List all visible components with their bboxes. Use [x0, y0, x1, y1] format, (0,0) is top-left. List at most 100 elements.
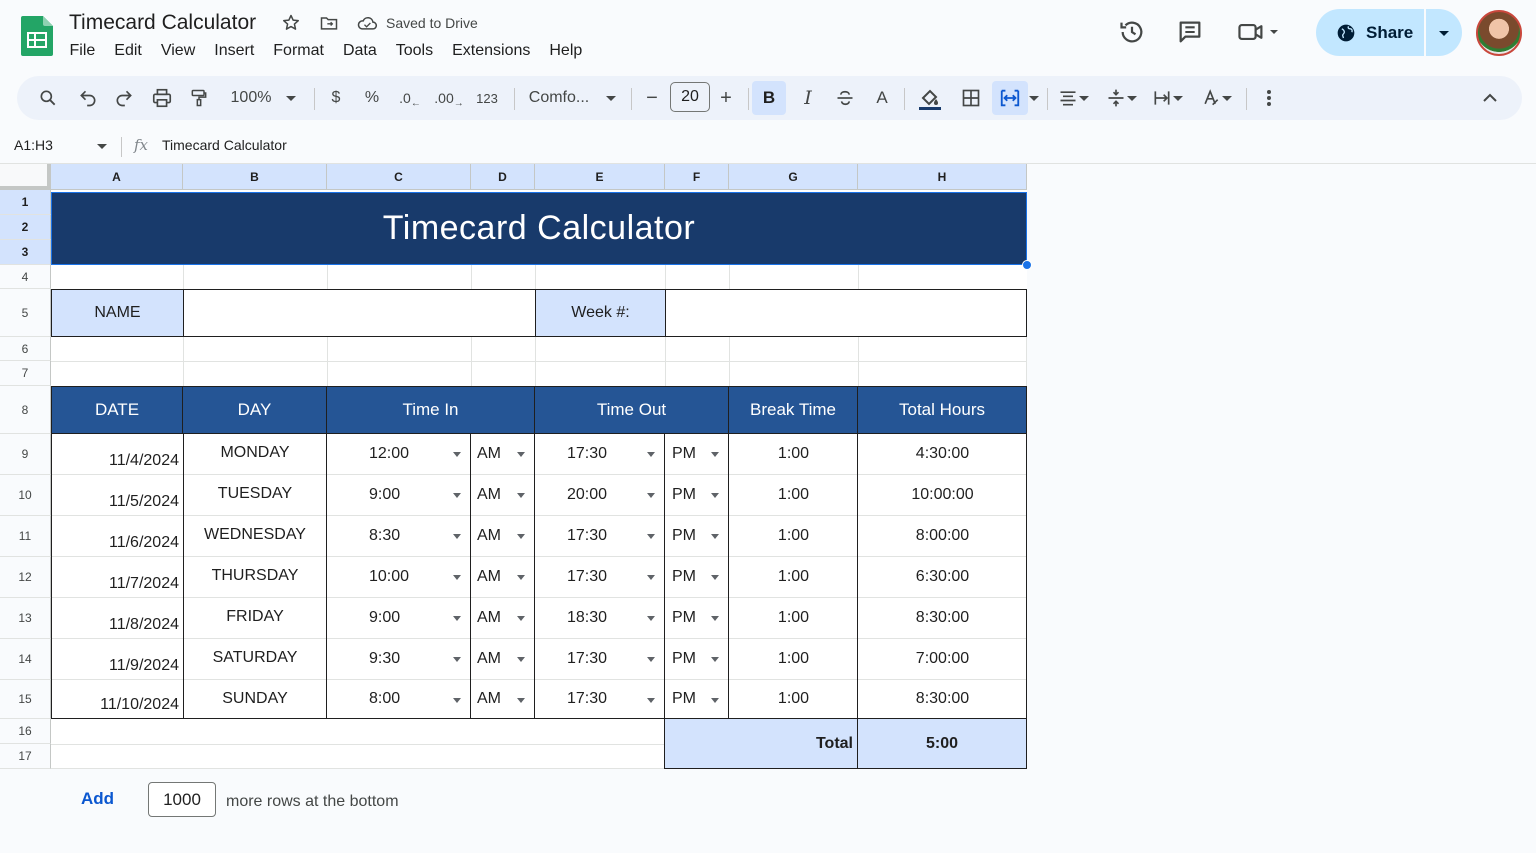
time-in-cell[interactable]: 8:00 [327, 680, 471, 719]
dropdown-chevron-icon[interactable] [711, 493, 719, 498]
menu-data[interactable]: Data [333, 40, 386, 62]
time-in-cell[interactable]: 12:00 [327, 434, 471, 475]
time-in-ampm-cell[interactable]: AM [471, 680, 535, 719]
chevron-down-icon[interactable] [96, 141, 108, 151]
break-time-cell[interactable]: 1:00 [729, 557, 858, 598]
total-hours-cell[interactable]: 8:30:00 [858, 680, 1027, 719]
merge-cells-icon[interactable] [992, 81, 1028, 115]
dropdown-chevron-icon[interactable] [711, 452, 719, 457]
column-header-d[interactable]: D [471, 164, 535, 190]
header-total-hours[interactable]: Total Hours [858, 386, 1027, 434]
borders-icon[interactable] [958, 84, 984, 112]
dropdown-chevron-icon[interactable] [453, 616, 461, 621]
time-out-ampm-cell[interactable]: PM [665, 557, 729, 598]
star-icon[interactable] [280, 12, 302, 34]
decrease-decimal-button[interactable]: .0 ← [396, 84, 424, 112]
time-out-ampm-cell[interactable]: PM [665, 516, 729, 557]
date-cell[interactable]: 11/10/2024 [51, 680, 183, 719]
time-out-ampm-cell[interactable]: PM [665, 475, 729, 516]
time-in-ampm-cell[interactable]: AM [471, 434, 535, 475]
break-time-cell[interactable]: 1:00 [729, 516, 858, 557]
day-cell[interactable]: THURSDAY [183, 557, 327, 598]
time-out-cell[interactable]: 17:30 [535, 639, 665, 680]
time-out-ampm-cell[interactable]: PM [665, 598, 729, 639]
header-break-time[interactable]: Break Time [729, 386, 858, 434]
spreadsheet-grid[interactable]: A B C D E F G H 1 2 3 4 5 6 7 8 9 10 11 … [0, 164, 1536, 769]
dropdown-chevron-icon[interactable] [517, 698, 525, 703]
dropdown-chevron-icon[interactable] [517, 493, 525, 498]
row-header-13[interactable]: 13 [0, 598, 51, 639]
week-label-cell[interactable]: Week #: [535, 289, 666, 337]
dropdown-chevron-icon[interactable] [453, 534, 461, 539]
dropdown-chevron-icon[interactable] [711, 698, 719, 703]
date-cell[interactable]: 11/7/2024 [51, 557, 183, 598]
row-header-4[interactable]: 4 [0, 265, 51, 289]
dropdown-chevron-icon[interactable] [647, 452, 655, 457]
break-time-cell[interactable]: 1:00 [729, 475, 858, 516]
dropdown-chevron-icon[interactable] [647, 616, 655, 621]
time-in-ampm-cell[interactable]: AM [471, 557, 535, 598]
row-header-7[interactable]: 7 [0, 361, 51, 386]
grid-empty-area[interactable] [1027, 164, 1536, 769]
share-button[interactable]: Share [1316, 9, 1424, 56]
time-out-cell[interactable]: 17:30 [535, 557, 665, 598]
cloud-saved-icon[interactable] [356, 12, 378, 34]
row-header-2[interactable]: 2 [0, 215, 51, 240]
increase-decimal-button[interactable]: .00 → [434, 84, 463, 112]
column-header-f[interactable]: F [665, 164, 729, 190]
increase-font-size-button[interactable]: + [715, 84, 737, 112]
time-in-cell[interactable]: 8:30 [327, 516, 471, 557]
account-avatar[interactable] [1476, 10, 1522, 56]
header-time-out[interactable]: Time Out [535, 386, 729, 434]
dropdown-chevron-icon[interactable] [517, 657, 525, 662]
dropdown-chevron-icon[interactable] [517, 534, 525, 539]
font-size-input[interactable]: 20 [670, 82, 710, 112]
row-header-8[interactable]: 8 [0, 386, 51, 434]
share-dropdown-button[interactable] [1426, 9, 1462, 56]
comments-icon[interactable] [1176, 18, 1204, 46]
dropdown-chevron-icon[interactable] [711, 575, 719, 580]
date-cell[interactable]: 11/4/2024 [51, 434, 183, 475]
title-banner-cell[interactable]: Timecard Calculator [51, 192, 1027, 265]
row-header-14[interactable]: 14 [0, 639, 51, 680]
vertical-align-icon[interactable] [1104, 84, 1140, 112]
day-cell[interactable]: SUNDAY [183, 680, 327, 719]
text-color-button[interactable]: A [871, 84, 893, 112]
dropdown-chevron-icon[interactable] [517, 452, 525, 457]
row-header-15[interactable]: 15 [0, 680, 51, 719]
column-header-h[interactable]: H [858, 164, 1027, 190]
time-out-ampm-cell[interactable]: PM [665, 639, 729, 680]
header-time-in[interactable]: Time In [327, 386, 535, 434]
selection-fill-handle[interactable] [1022, 260, 1032, 270]
sheets-logo-icon[interactable] [21, 16, 53, 56]
dropdown-chevron-icon[interactable] [647, 493, 655, 498]
document-title[interactable]: Timecard Calculator [69, 11, 256, 35]
header-date[interactable]: DATE [51, 386, 183, 434]
time-in-cell[interactable]: 10:00 [327, 557, 471, 598]
week-input-cell[interactable] [665, 289, 1027, 337]
row-header-11[interactable]: 11 [0, 516, 51, 557]
name-input-cell[interactable] [183, 289, 536, 337]
date-cell[interactable]: 11/6/2024 [51, 516, 183, 557]
decrease-font-size-button[interactable]: − [641, 84, 663, 112]
name-label-cell[interactable]: NAME [51, 289, 184, 337]
currency-format-button[interactable]: $ [325, 84, 347, 112]
total-hours-cell[interactable]: 7:00:00 [858, 639, 1027, 680]
day-cell[interactable]: MONDAY [183, 434, 327, 475]
date-cell[interactable]: 11/8/2024 [51, 598, 183, 639]
zoom-select[interactable]: 100% [225, 84, 303, 112]
row-header-12[interactable]: 12 [0, 557, 51, 598]
strikethrough-icon[interactable] [832, 84, 858, 112]
add-rows-count-input[interactable]: 1000 [148, 782, 216, 817]
time-out-cell[interactable]: 18:30 [535, 598, 665, 639]
menu-extensions[interactable]: Extensions [443, 40, 540, 62]
total-hours-cell[interactable]: 6:30:00 [858, 557, 1027, 598]
search-menus-icon[interactable] [35, 84, 61, 112]
break-time-cell[interactable]: 1:00 [729, 598, 858, 639]
time-out-cell[interactable]: 17:30 [535, 516, 665, 557]
time-out-ampm-cell[interactable]: PM [665, 680, 729, 719]
font-family-select[interactable]: Comfo... [525, 84, 621, 112]
day-cell[interactable]: WEDNESDAY [183, 516, 327, 557]
menu-edit[interactable]: Edit [105, 40, 152, 62]
row-header-6[interactable]: 6 [0, 337, 51, 361]
